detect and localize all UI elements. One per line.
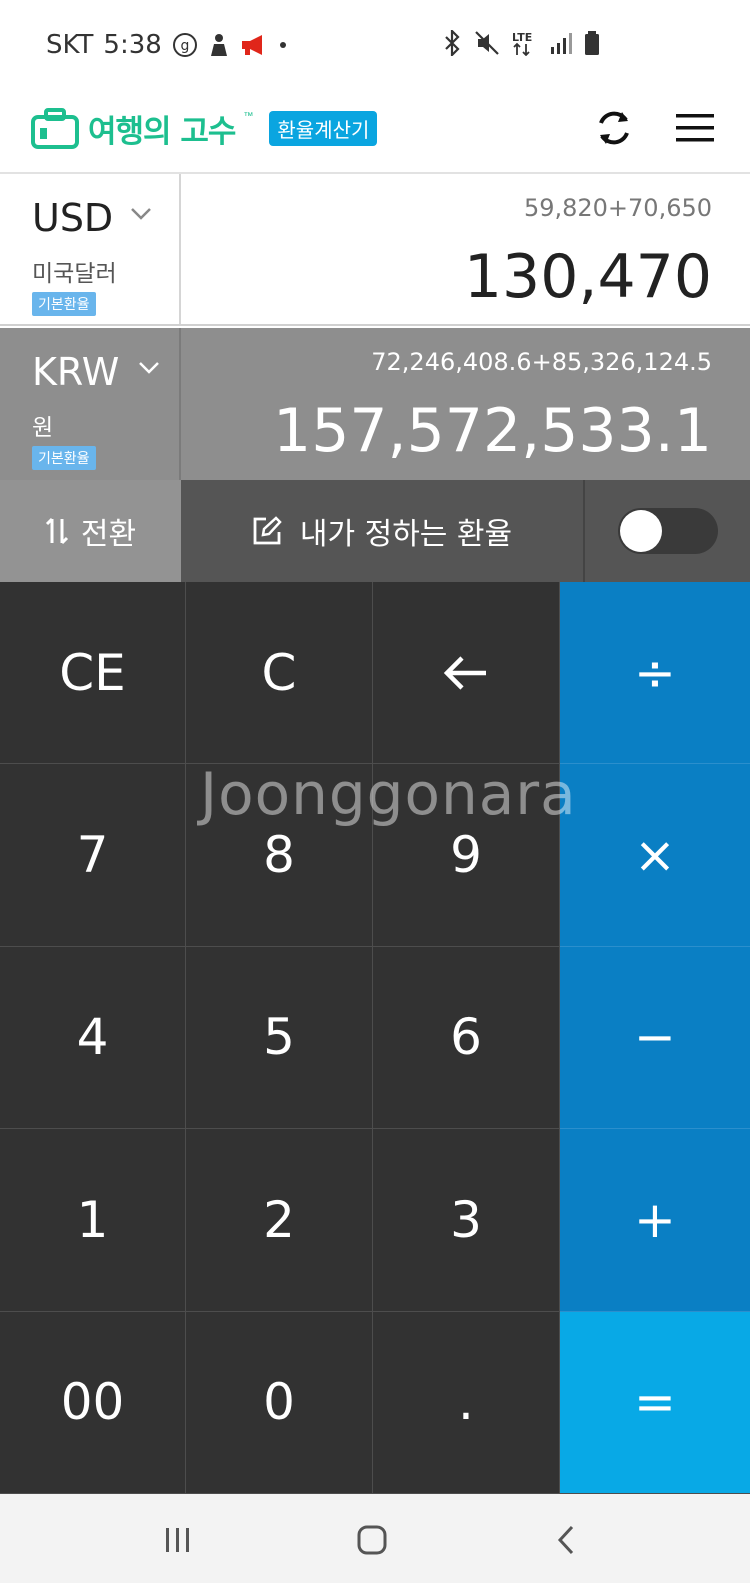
key-subtract[interactable]: − bbox=[560, 946, 750, 1130]
currency-code: KRW bbox=[32, 350, 120, 394]
recent-apps-button[interactable] bbox=[158, 1520, 198, 1560]
hamburger-menu-icon bbox=[676, 114, 714, 142]
currency-value: 157,572,533.1 bbox=[273, 396, 712, 466]
back-chevron-icon bbox=[557, 1525, 574, 1555]
key-6[interactable]: 6 bbox=[373, 946, 560, 1130]
suitcase-icon bbox=[31, 107, 79, 149]
app-header: 여행의 고수 ™ 환율계산기 bbox=[0, 92, 750, 174]
back-button[interactable] bbox=[546, 1520, 586, 1560]
custom-rate-button[interactable]: 내가 정하는 환율 bbox=[181, 480, 585, 582]
key-double-zero[interactable]: 00 bbox=[0, 1311, 186, 1494]
app-logo: 여행의 고수 ™ 환율계산기 bbox=[30, 106, 378, 151]
currency-selector-usd[interactable]: USD 미국달러 기본환율 bbox=[0, 174, 181, 324]
toggle-knob bbox=[619, 510, 662, 552]
home-icon bbox=[357, 1525, 387, 1555]
refresh-icon bbox=[599, 111, 629, 145]
refresh-button[interactable] bbox=[592, 106, 636, 150]
key-divide[interactable]: ÷ bbox=[560, 582, 750, 765]
signal-icon bbox=[550, 31, 572, 55]
megaphone-icon bbox=[240, 33, 268, 57]
currency-name: 원 bbox=[32, 415, 54, 441]
key-7[interactable]: 7 bbox=[0, 764, 186, 947]
recent-apps-icon bbox=[166, 1528, 189, 1552]
swap-arrows-icon bbox=[45, 517, 68, 545]
logo-trademark: ™ bbox=[243, 111, 254, 122]
rate-type-badge: 기본환율 bbox=[32, 446, 96, 470]
currency-value: 130,470 bbox=[463, 242, 712, 312]
backspace-arrow-icon bbox=[443, 656, 486, 690]
custom-rate-label: 내가 정하는 환율 bbox=[299, 517, 513, 552]
status-bar: SKT 5:38 g LTE bbox=[0, 0, 750, 92]
key-backspace[interactable] bbox=[373, 582, 560, 765]
mute-icon bbox=[474, 30, 500, 56]
clock: 5:38 bbox=[103, 30, 162, 60]
system-nav-bar bbox=[0, 1494, 750, 1583]
key-9[interactable]: 9 bbox=[373, 764, 560, 947]
g-circle-icon: g bbox=[172, 32, 198, 58]
battery-icon bbox=[584, 30, 600, 56]
edit-icon bbox=[253, 516, 282, 545]
bluetooth-icon bbox=[442, 30, 462, 56]
chevron-down-icon bbox=[139, 362, 159, 374]
person-icon bbox=[208, 32, 230, 58]
key-clear[interactable]: C bbox=[186, 582, 373, 765]
key-0[interactable]: 0 bbox=[186, 1311, 373, 1494]
currency-selector-krw[interactable]: KRW 원 기본환율 bbox=[0, 328, 181, 480]
key-1[interactable]: 1 bbox=[0, 1129, 186, 1312]
key-multiply[interactable]: × bbox=[560, 764, 750, 947]
switch-label: 전환 bbox=[80, 517, 137, 552]
dot-icon bbox=[278, 40, 288, 50]
svg-text:g: g bbox=[180, 38, 189, 54]
keypad: CE C ÷ 7 8 9 × 4 5 6 − 1 2 3 + 00 0 . = bbox=[0, 582, 750, 1494]
home-button[interactable] bbox=[352, 1520, 392, 1560]
key-8[interactable]: 8 bbox=[186, 764, 373, 947]
currency-row-krw[interactable]: KRW 원 기본환율 72,246,408.6+85,326,124.5 157… bbox=[0, 328, 750, 480]
key-clear-entry[interactable]: CE bbox=[0, 582, 186, 765]
key-decimal[interactable]: . bbox=[373, 1311, 560, 1494]
option-bar: 전환 내가 정하는 환율 bbox=[0, 480, 750, 582]
key-4[interactable]: 4 bbox=[0, 946, 186, 1130]
svg-text:LTE: LTE bbox=[512, 31, 532, 44]
key-2[interactable]: 2 bbox=[186, 1129, 373, 1312]
status-left: SKT 5:38 g bbox=[46, 30, 288, 60]
currency-row-usd[interactable]: USD 미국달러 기본환율 59,820+70,650 130,470 bbox=[0, 174, 750, 326]
key-3[interactable]: 3 bbox=[373, 1129, 560, 1312]
key-add[interactable]: + bbox=[560, 1129, 750, 1312]
currency-code: USD bbox=[32, 196, 114, 240]
custom-rate-toggle[interactable] bbox=[617, 508, 718, 554]
lte-icon: LTE bbox=[512, 30, 538, 56]
status-right: LTE bbox=[442, 30, 600, 56]
carrier-label: SKT bbox=[46, 30, 94, 60]
logo-text: 여행의 고수 bbox=[88, 114, 236, 150]
switch-currency-button[interactable]: 전환 bbox=[0, 480, 181, 582]
currency-name: 미국달러 bbox=[32, 261, 117, 287]
menu-button[interactable] bbox=[676, 110, 716, 146]
custom-rate-toggle-area bbox=[585, 480, 750, 582]
rate-type-badge: 기본환율 bbox=[32, 292, 96, 316]
calculator-badge: 환율계산기 bbox=[269, 111, 378, 146]
currency-expression: 59,820+70,650 bbox=[523, 194, 712, 222]
currency-expression: 72,246,408.6+85,326,124.5 bbox=[371, 348, 712, 376]
chevron-down-icon bbox=[131, 208, 151, 220]
key-equals[interactable]: = bbox=[560, 1311, 750, 1494]
key-5[interactable]: 5 bbox=[186, 946, 373, 1130]
